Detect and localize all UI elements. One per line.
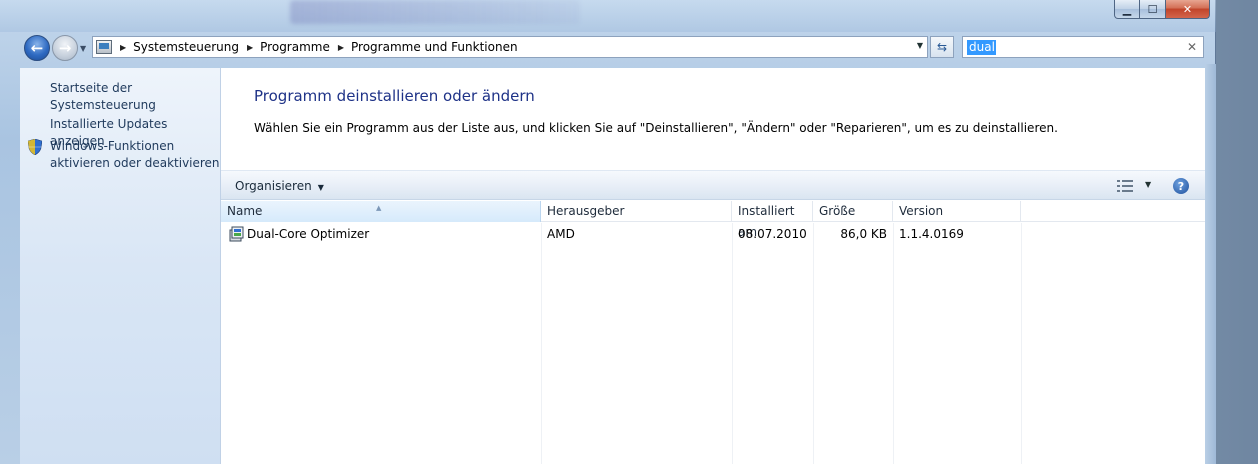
address-bar[interactable]: ▶ Systemsteuerung ▶ Programme ▶ Programm… xyxy=(92,36,928,58)
page-description: Wählen Sie ein Programm aus der Liste au… xyxy=(254,121,1058,135)
navigation-bar: ← → ▼ ▶ Systemsteuerung ▶ Programme ▶ Pr… xyxy=(0,32,1216,64)
sidebar-item-windows-funktionen[interactable]: Windows-Funktionen aktivieren oder deakt… xyxy=(50,138,220,172)
sidebar-item-startseite[interactable]: Startseite der Systemsteuerung xyxy=(50,80,220,114)
refresh-icon: ⇆ xyxy=(936,40,948,54)
program-name: Dual-Core Optimizer xyxy=(247,227,370,241)
forward-arrow-icon: → xyxy=(58,39,72,57)
title-bar[interactable]: ▁ ☐ ✕ xyxy=(0,0,1216,32)
shield-icon xyxy=(28,139,42,155)
breadcrumb-separator-icon[interactable]: ▶ xyxy=(247,43,253,52)
caption-buttons: ▁ ☐ ✕ xyxy=(1114,0,1210,20)
view-dropdown-icon[interactable]: ▼ xyxy=(1145,180,1151,189)
close-button[interactable]: ✕ xyxy=(1166,0,1210,19)
refresh-button[interactable]: ⇆ xyxy=(930,36,954,58)
cell-version: 1.1.4.0169 xyxy=(899,227,964,241)
search-input[interactable]: dual xyxy=(969,40,995,54)
cell-name: Dual-Core Optimizer xyxy=(221,226,541,242)
maximize-button[interactable]: ☐ xyxy=(1140,0,1166,19)
column-header-label: Name xyxy=(227,204,263,218)
recent-pages-dropdown-icon[interactable]: ▼ xyxy=(80,44,86,53)
cell-publisher: AMD xyxy=(547,227,575,241)
column-header-name[interactable]: ▲ Name xyxy=(221,201,541,222)
help-icon[interactable]: ? xyxy=(1173,178,1189,194)
command-toolbar: Organisieren ▼ ▼ ? xyxy=(221,170,1205,200)
address-dropdown-icon[interactable]: ▼ xyxy=(917,41,923,50)
breadcrumb-programme[interactable]: Programme xyxy=(260,40,330,54)
sidebar-item-label-line2: aktivieren oder deaktivieren xyxy=(50,156,220,170)
cell-installed: 08.07.2010 xyxy=(738,227,807,241)
main-content: Programm deinstallieren oder ändern Wähl… xyxy=(221,68,1205,464)
back-button[interactable]: ← xyxy=(24,35,50,61)
column-header-publisher[interactable]: Herausgeber xyxy=(541,201,732,222)
page-title: Programm deinstallieren oder ändern xyxy=(254,87,535,105)
chevron-down-icon: ▼ xyxy=(317,183,324,192)
forward-button[interactable]: → xyxy=(52,35,78,61)
control-panel-icon xyxy=(96,40,112,54)
installer-icon xyxy=(229,226,244,242)
column-divider xyxy=(732,223,733,464)
column-header-version[interactable]: Version xyxy=(893,201,1021,222)
tasks-sidebar: Startseite der Systemsteuerung Installie… xyxy=(20,68,221,464)
breadcrumb-separator-icon[interactable]: ▶ xyxy=(338,43,344,52)
breadcrumb-programme-und-funktionen[interactable]: Programme und Funktionen xyxy=(351,40,518,54)
breadcrumb-systemsteuerung[interactable]: Systemsteuerung xyxy=(133,40,239,54)
organize-label: Organisieren xyxy=(235,179,312,193)
title-bar-blurred-background xyxy=(290,0,580,24)
back-arrow-icon: ← xyxy=(30,39,44,57)
table-row[interactable]: Dual-Core Optimizer AMD 08.07.2010 86,0 … xyxy=(221,223,1021,245)
column-divider xyxy=(893,223,894,464)
sidebar-item-label-line1: Windows-Funktionen xyxy=(50,139,175,153)
breadcrumb-separator-icon[interactable]: ▶ xyxy=(120,43,126,52)
list-header: ▲ Name Herausgeber Installiert am Größe … xyxy=(221,201,1205,239)
search-box[interactable]: dual ✕ xyxy=(962,36,1204,58)
view-options-icon[interactable] xyxy=(1117,180,1133,192)
column-divider xyxy=(813,223,814,464)
column-divider xyxy=(1021,223,1022,464)
program-list: Dual-Core Optimizer AMD 08.07.2010 86,0 … xyxy=(221,223,1205,464)
sort-ascending-icon: ▲ xyxy=(376,204,382,212)
column-header-installed[interactable]: Installiert am xyxy=(732,201,813,239)
minimize-button[interactable]: ▁ xyxy=(1114,0,1140,19)
window-right-border xyxy=(1205,64,1216,464)
organize-button[interactable]: Organisieren ▼ xyxy=(235,179,324,193)
column-divider xyxy=(541,223,542,464)
clear-search-icon[interactable]: ✕ xyxy=(1187,40,1197,54)
column-header-size[interactable]: Größe xyxy=(813,201,893,222)
cell-size: 86,0 KB xyxy=(840,227,887,241)
column-header-empty xyxy=(1021,201,1205,222)
